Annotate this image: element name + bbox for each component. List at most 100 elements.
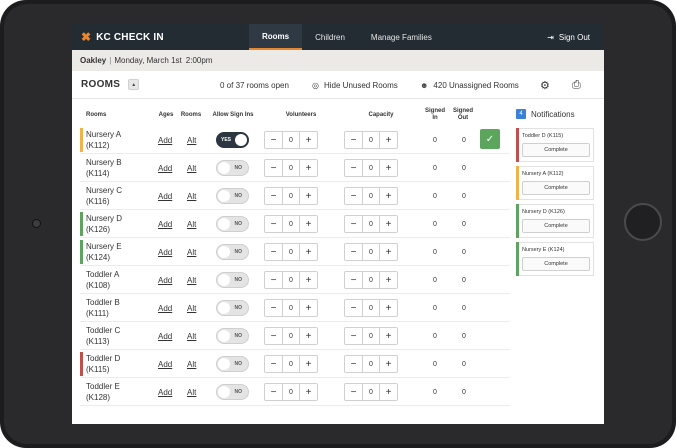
plus-icon[interactable]: + <box>300 188 317 204</box>
room-name[interactable]: Nursery A (K112) <box>86 129 121 151</box>
location-name[interactable]: Oakley <box>80 56 106 65</box>
complete-button[interactable]: Complete <box>522 257 590 271</box>
app-logo[interactable]: ✖ KC CHECK IN <box>81 30 231 44</box>
plus-icon[interactable]: + <box>380 384 397 400</box>
ages-add-link[interactable]: Add <box>158 210 172 238</box>
minus-icon[interactable]: − <box>345 188 362 204</box>
rooms-alt-link[interactable]: Alt <box>187 294 196 322</box>
capacity-value[interactable]: 0 <box>362 328 380 344</box>
confirm-check-button[interactable]: ✓ <box>480 129 500 149</box>
plus-icon[interactable]: + <box>300 272 317 288</box>
ages-add-link[interactable]: Add <box>158 182 172 210</box>
rooms-alt-link[interactable]: Alt <box>187 378 196 406</box>
plus-icon[interactable]: + <box>380 328 397 344</box>
complete-button[interactable]: Complete <box>522 143 590 157</box>
ages-add-link[interactable]: Add <box>158 350 172 378</box>
volunteers-value[interactable]: 0 <box>282 328 300 344</box>
plus-icon[interactable]: + <box>380 356 397 372</box>
capacity-value[interactable]: 0 <box>362 356 380 372</box>
settings-icon[interactable]: ⚙ <box>540 71 550 99</box>
volunteers-value[interactable]: 0 <box>282 272 300 288</box>
capacity-value[interactable]: 0 <box>362 132 380 148</box>
minus-icon[interactable]: − <box>265 160 282 176</box>
volunteers-value[interactable]: 0 <box>282 188 300 204</box>
minus-icon[interactable]: − <box>265 216 282 232</box>
plus-icon[interactable]: + <box>300 328 317 344</box>
allow-sign-ins-toggle[interactable]: NO <box>216 188 249 204</box>
volunteers-value[interactable]: 0 <box>282 216 300 232</box>
volunteers-value[interactable]: 0 <box>282 244 300 260</box>
complete-button[interactable]: Complete <box>522 219 590 233</box>
plus-icon[interactable]: + <box>380 272 397 288</box>
home-button[interactable] <box>624 203 662 241</box>
ages-add-link[interactable]: Add <box>158 238 172 266</box>
ages-add-link[interactable]: Add <box>158 126 172 154</box>
room-name[interactable]: Toddler A (K108) <box>86 269 119 291</box>
tab-children[interactable]: Children <box>302 24 358 50</box>
plus-icon[interactable]: + <box>380 132 397 148</box>
ages-add-link[interactable]: Add <box>158 154 172 182</box>
plus-icon[interactable]: + <box>380 188 397 204</box>
plus-icon[interactable]: + <box>300 216 317 232</box>
rooms-alt-link[interactable]: Alt <box>187 266 196 294</box>
unassigned-rooms-button[interactable]: ☻ 420 Unassigned Rooms <box>420 71 519 99</box>
plus-icon[interactable]: + <box>300 356 317 372</box>
minus-icon[interactable]: − <box>265 384 282 400</box>
collapse-caret-icon[interactable]: ▲ <box>128 79 140 90</box>
minus-icon[interactable]: − <box>265 328 282 344</box>
hide-unused-rooms-button[interactable]: ◎ Hide Unused Rooms <box>312 71 398 99</box>
sign-out-button[interactable]: ⇥ Sign Out <box>547 24 590 50</box>
allow-sign-ins-toggle[interactable]: NO <box>216 216 249 232</box>
room-name[interactable]: Toddler D (K115) <box>86 353 120 375</box>
minus-icon[interactable]: − <box>345 356 362 372</box>
capacity-value[interactable]: 0 <box>362 188 380 204</box>
capacity-value[interactable]: 0 <box>362 244 380 260</box>
minus-icon[interactable]: − <box>345 300 362 316</box>
minus-icon[interactable]: − <box>345 384 362 400</box>
volunteers-value[interactable]: 0 <box>282 160 300 176</box>
allow-sign-ins-toggle[interactable]: NO <box>216 300 249 316</box>
capacity-value[interactable]: 0 <box>362 384 380 400</box>
rooms-alt-link[interactable]: Alt <box>187 238 196 266</box>
minus-icon[interactable]: − <box>265 132 282 148</box>
ages-add-link[interactable]: Add <box>158 322 172 350</box>
allow-sign-ins-toggle[interactable]: NO <box>216 328 249 344</box>
print-icon[interactable]: ⎙ <box>572 71 581 99</box>
ages-add-link[interactable]: Add <box>158 266 172 294</box>
room-name[interactable]: Toddler E (K128) <box>86 381 120 403</box>
volunteers-value[interactable]: 0 <box>282 356 300 372</box>
allow-sign-ins-toggle[interactable]: NO <box>216 272 249 288</box>
minus-icon[interactable]: − <box>265 272 282 288</box>
minus-icon[interactable]: − <box>265 188 282 204</box>
ages-add-link[interactable]: Add <box>158 294 172 322</box>
plus-icon[interactable]: + <box>300 160 317 176</box>
volunteers-value[interactable]: 0 <box>282 300 300 316</box>
plus-icon[interactable]: + <box>300 384 317 400</box>
minus-icon[interactable]: − <box>345 160 362 176</box>
plus-icon[interactable]: + <box>300 300 317 316</box>
room-name[interactable]: Toddler B (K111) <box>86 297 120 319</box>
allow-sign-ins-toggle[interactable]: NO <box>216 356 249 372</box>
minus-icon[interactable]: − <box>345 328 362 344</box>
room-name[interactable]: Nursery D (K126) <box>86 213 122 235</box>
room-name[interactable]: Nursery C (K116) <box>86 185 122 207</box>
plus-icon[interactable]: + <box>380 160 397 176</box>
ages-add-link[interactable]: Add <box>158 378 172 406</box>
tab-rooms[interactable]: Rooms <box>249 24 303 50</box>
minus-icon[interactable]: − <box>345 244 362 260</box>
plus-icon[interactable]: + <box>300 244 317 260</box>
rooms-alt-link[interactable]: Alt <box>187 182 196 210</box>
room-name[interactable]: Toddler C (K113) <box>86 325 120 347</box>
minus-icon[interactable]: − <box>345 272 362 288</box>
room-name[interactable]: Nursery B (K114) <box>86 157 122 179</box>
minus-icon[interactable]: − <box>265 356 282 372</box>
allow-sign-ins-toggle[interactable]: NO <box>216 244 249 260</box>
rooms-alt-link[interactable]: Alt <box>187 210 196 238</box>
minus-icon[interactable]: − <box>345 132 362 148</box>
capacity-value[interactable]: 0 <box>362 216 380 232</box>
rooms-alt-link[interactable]: Alt <box>187 154 196 182</box>
minus-icon[interactable]: − <box>265 244 282 260</box>
tab-manage-families[interactable]: Manage Families <box>358 24 445 50</box>
volunteers-value[interactable]: 0 <box>282 384 300 400</box>
volunteers-value[interactable]: 0 <box>282 132 300 148</box>
